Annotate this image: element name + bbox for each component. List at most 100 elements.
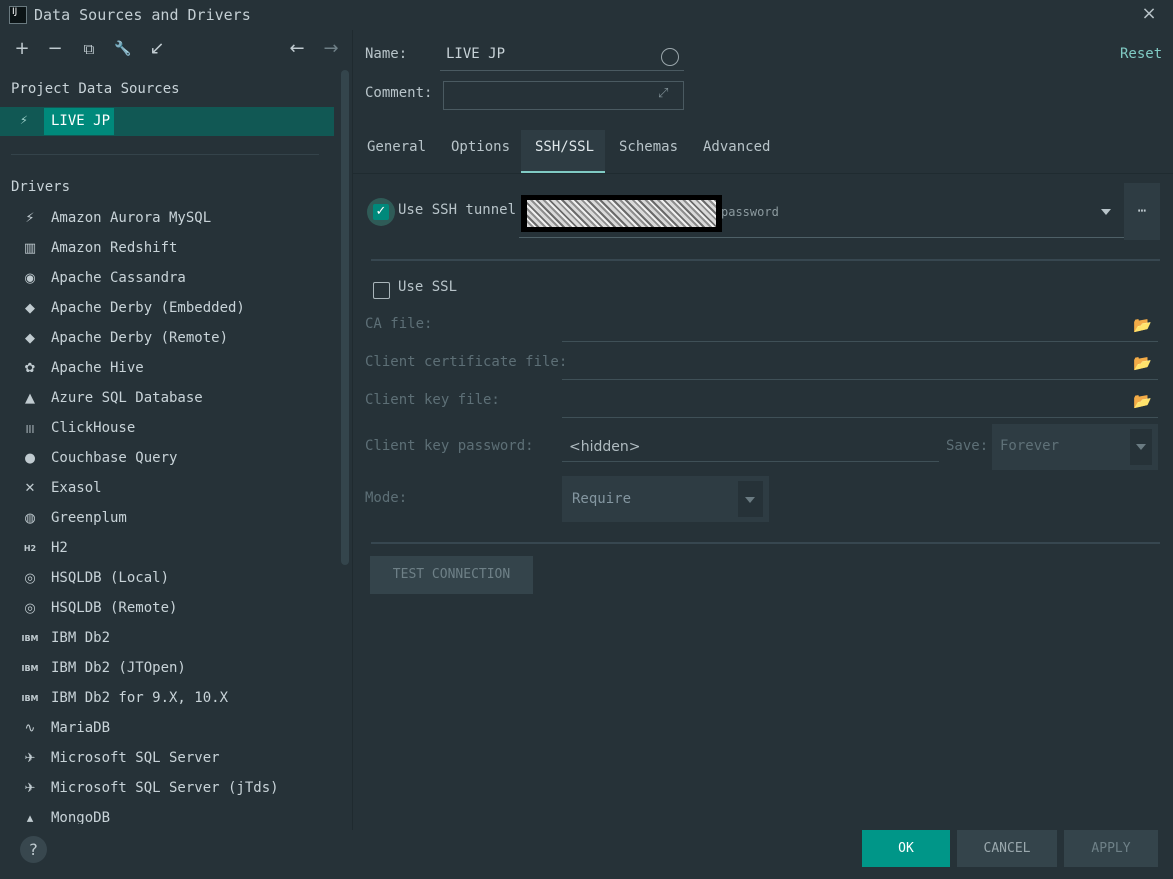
chevron-down-icon[interactable] bbox=[1136, 444, 1146, 450]
window-title: Data Sources and Drivers bbox=[34, 6, 251, 24]
copy-icon[interactable]: ⧉ bbox=[78, 38, 100, 60]
driver-icon: ✕ bbox=[24, 481, 36, 496]
client-key-password-value: <hidden> bbox=[569, 439, 641, 455]
driver-item[interactable]: ▴ MongoDB bbox=[0, 804, 336, 824]
driver-item[interactable]: ▲ Azure SQL Database bbox=[0, 384, 336, 414]
help-button[interactable]: ? bbox=[20, 836, 47, 863]
save-value: Forever bbox=[1000, 438, 1060, 454]
tab-advanced[interactable]: Advanced bbox=[703, 139, 770, 155]
driver-icon: IBM bbox=[21, 634, 39, 643]
forward-arrow-icon[interactable]: → bbox=[320, 38, 342, 60]
driver-item[interactable]: IBM IBM Db2 for 9.X, 10.X bbox=[0, 684, 336, 714]
chevron-down-icon[interactable] bbox=[1101, 209, 1111, 215]
folder-icon[interactable]: 📂 bbox=[1133, 316, 1152, 334]
use-ssh-checkbox[interactable]: ✓ bbox=[373, 204, 389, 220]
reset-link[interactable]: Reset bbox=[1120, 46, 1162, 62]
driver-item[interactable]: ||| ClickHouse bbox=[0, 414, 336, 444]
tab-options[interactable]: Options bbox=[451, 139, 510, 155]
driver-label: Couchbase Query bbox=[51, 450, 178, 466]
driver-label: IBM Db2 for 9.X, 10.X bbox=[51, 690, 229, 706]
driver-item[interactable]: ◍ Greenplum bbox=[0, 504, 336, 534]
ca-file-input[interactable] bbox=[562, 341, 1158, 342]
client-key-password-input[interactable] bbox=[562, 461, 939, 462]
driver-item[interactable]: ✕ Exasol bbox=[0, 474, 336, 504]
driver-label: IBM Db2 (JTOpen) bbox=[51, 660, 186, 676]
driver-label: HSQLDB (Remote) bbox=[51, 600, 178, 616]
name-value: LIVE JP bbox=[446, 46, 506, 62]
driver-icon: H2 bbox=[23, 544, 37, 553]
import-icon[interactable]: ↙ bbox=[146, 38, 168, 60]
driver-icon: IBM bbox=[21, 694, 39, 703]
driver-label: Apache Derby (Remote) bbox=[51, 330, 229, 346]
redacted-noise bbox=[527, 200, 716, 227]
folder-icon[interactable]: 📂 bbox=[1133, 392, 1152, 410]
driver-icon: ||| bbox=[25, 424, 35, 433]
ssh-config-combo[interactable] bbox=[519, 237, 1124, 238]
name-label: Name: bbox=[365, 46, 408, 62]
driver-item[interactable]: ● Couchbase Query bbox=[0, 444, 336, 474]
comment-input[interactable] bbox=[443, 81, 684, 110]
driver-item[interactable]: ◎ HSQLDB (Remote) bbox=[0, 594, 336, 624]
mode-value: Require bbox=[572, 491, 632, 507]
driver-item[interactable]: IBM IBM Db2 bbox=[0, 624, 336, 654]
client-key-password-label: Client key password: bbox=[365, 438, 534, 454]
driver-label: MariaDB bbox=[51, 720, 111, 736]
driver-item[interactable]: ▥ Amazon Redshift bbox=[0, 234, 336, 264]
driver-item[interactable]: H2 H2 bbox=[0, 534, 336, 564]
scrollbar[interactable] bbox=[341, 70, 349, 565]
driver-icon: ◍ bbox=[24, 511, 36, 526]
driver-item[interactable]: IBM IBM Db2 (JTOpen) bbox=[0, 654, 336, 684]
driver-item[interactable]: ✈ Microsoft SQL Server bbox=[0, 744, 336, 774]
driver-icon: ⚡ bbox=[25, 211, 35, 226]
driver-item[interactable]: ◎ HSQLDB (Local) bbox=[0, 564, 336, 594]
use-ssl-checkbox[interactable] bbox=[373, 282, 390, 299]
driver-item[interactable]: ◆ Apache Derby (Embedded) bbox=[0, 294, 336, 324]
divider bbox=[11, 154, 319, 155]
driver-label: MongoDB bbox=[51, 810, 111, 824]
driver-item[interactable]: ✿ Apache Hive bbox=[0, 354, 336, 384]
tab-ssh-ssl[interactable]: SSH/SSL bbox=[535, 139, 594, 155]
cancel-button[interactable]: CANCEL bbox=[957, 830, 1057, 867]
driver-label: ClickHouse bbox=[51, 420, 136, 436]
folder-icon[interactable]: 📂 bbox=[1133, 354, 1152, 372]
separator bbox=[371, 259, 1160, 261]
expand-icon[interactable]: ⤢ bbox=[658, 86, 668, 101]
driver-icon: ∿ bbox=[24, 721, 36, 736]
close-icon[interactable]: × bbox=[1139, 4, 1159, 24]
mysql-dolphin-icon: ⚡ bbox=[20, 113, 28, 128]
client-cert-label: Client certificate file: bbox=[365, 354, 568, 370]
apply-button[interactable]: APPLY bbox=[1064, 830, 1158, 867]
driver-item[interactable]: ◉ Apache Cassandra bbox=[0, 264, 336, 294]
remove-icon[interactable]: − bbox=[44, 38, 66, 60]
driver-item[interactable]: ◆ Apache Derby (Remote) bbox=[0, 324, 336, 354]
driver-label: Microsoft SQL Server bbox=[51, 750, 220, 766]
driver-item[interactable]: ⚡ Amazon Aurora MySQL bbox=[0, 204, 336, 234]
back-arrow-icon[interactable]: ← bbox=[286, 38, 308, 60]
color-circle-icon[interactable] bbox=[661, 48, 679, 66]
chevron-down-icon[interactable] bbox=[745, 497, 755, 503]
driver-item[interactable]: ✈ Microsoft SQL Server (jTds) bbox=[0, 774, 336, 804]
driver-label: Microsoft SQL Server (jTds) bbox=[51, 780, 279, 796]
ok-button[interactable]: OK bbox=[862, 830, 950, 867]
driver-label: Amazon Aurora MySQL bbox=[51, 210, 212, 226]
driver-icon: ✈ bbox=[24, 751, 36, 766]
test-connection-button[interactable]: TEST CONNECTION bbox=[370, 556, 533, 594]
data-source-live-jp[interactable]: LIVE JP bbox=[51, 113, 110, 129]
driver-icon: ● bbox=[24, 451, 36, 466]
client-key-input[interactable] bbox=[562, 417, 1158, 418]
more-options-button[interactable]: ⋯ bbox=[1124, 183, 1160, 240]
driver-icon: ▴ bbox=[26, 811, 34, 824]
driver-icon: ✈ bbox=[24, 781, 36, 796]
client-key-label: Client key file: bbox=[365, 392, 500, 408]
add-icon[interactable]: + bbox=[11, 38, 33, 60]
wrench-icon[interactable]: 🔧 bbox=[112, 38, 134, 60]
driver-item[interactable]: ∿ MariaDB bbox=[0, 714, 336, 744]
tab-schemas[interactable]: Schemas bbox=[619, 139, 678, 155]
driver-label: Azure SQL Database bbox=[51, 390, 203, 406]
client-cert-input[interactable] bbox=[562, 379, 1158, 380]
save-label: Save: bbox=[946, 438, 989, 454]
driver-label: Greenplum bbox=[51, 510, 127, 526]
separator bbox=[371, 542, 1160, 544]
tab-general[interactable]: General bbox=[367, 139, 426, 155]
driver-label: Apache Derby (Embedded) bbox=[51, 300, 245, 316]
